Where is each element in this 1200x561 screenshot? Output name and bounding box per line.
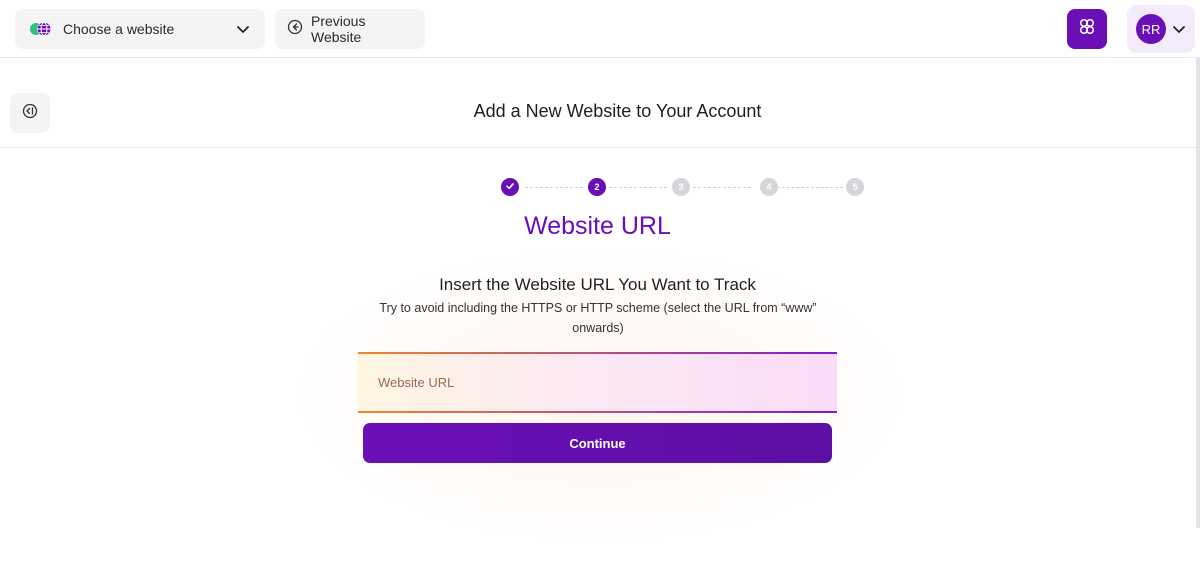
website-select-label: Choose a website [63,21,175,37]
page-title: Add a New Website to Your Account [473,101,762,121]
globe-icon [29,21,53,37]
website-url-field[interactable] [358,352,837,413]
top-bar: Choose a website Previous Website RR [0,0,1200,58]
section-heading: Insert the Website URL You Want to Track [439,275,756,294]
previous-website-label: Previous Website [311,13,366,45]
stepper: 2 3 4 5 [501,178,864,198]
chevron-down-icon [1171,21,1187,37]
hint-text: Try to avoid including the HTTPS or HTTP… [379,301,817,335]
scrollbar[interactable] [1196,58,1200,528]
check-icon [505,181,515,193]
step-connector [525,187,583,188]
avatar: RR [1136,14,1166,44]
header-divider [0,147,1200,148]
step-5: 5 [846,178,864,196]
step-connector [693,187,751,188]
step-1-complete [501,178,519,196]
continue-button[interactable]: Continue [363,423,832,463]
step-4: 4 [760,178,778,196]
step-connector [777,187,843,188]
step-2: 2 [588,178,606,196]
step-3: 3 [672,178,690,196]
step-connector [609,187,667,188]
website-url-input[interactable] [378,375,837,390]
assistant-button[interactable] [1067,9,1107,49]
step-title: Website URL [524,212,671,240]
assistant-icon [1078,18,1096,41]
previous-website-button[interactable]: Previous Website [275,9,425,49]
website-select[interactable]: Choose a website [15,9,265,49]
arrow-left-circle-icon [287,19,303,40]
user-menu-button[interactable]: RR [1127,5,1195,53]
chevron-down-icon [235,21,251,37]
